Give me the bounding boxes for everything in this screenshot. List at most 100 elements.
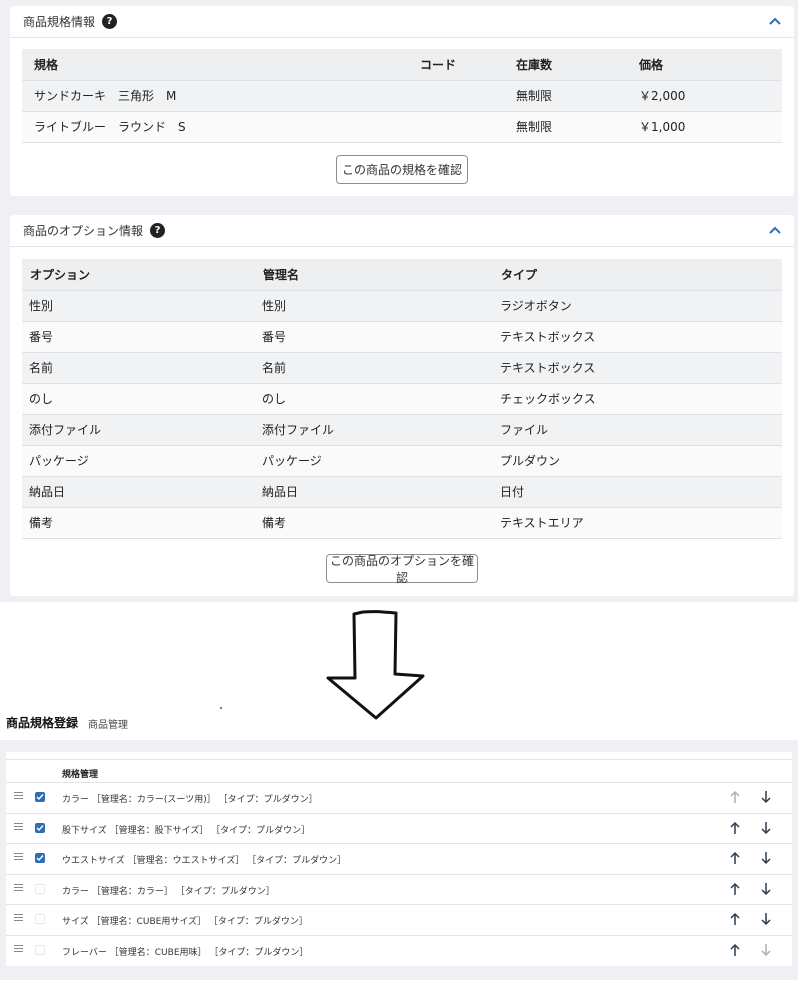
price-cell: ￥1,000 <box>627 111 782 143</box>
type-cell: チェックボックス <box>493 383 782 415</box>
drag-handle-icon[interactable] <box>14 883 23 892</box>
spec-col-stock: 在庫数 <box>504 49 627 81</box>
list-item[interactable]: 股下サイズ ［管理名：股下サイズ］ ［タイプ：プルダウン］ <box>6 812 792 843</box>
table-row: 添付ファイル 添付ファイル ファイル <box>22 414 782 446</box>
spec-col-spec: 規格 <box>22 49 408 81</box>
admin-name-cell: 備考 <box>255 507 493 539</box>
row-checkbox[interactable] <box>35 853 45 864</box>
row-checkbox[interactable] <box>35 822 45 833</box>
hand-drawn-down-arrow <box>326 610 425 720</box>
drag-handle-icon[interactable] <box>14 822 23 831</box>
arrow-up-icon[interactable] <box>729 821 741 835</box>
type-cell: テキストエリア <box>493 507 782 539</box>
list-item[interactable]: サイズ ［管理名：CUBE用サイズ］ ［タイプ：プルダウン］ <box>6 904 792 934</box>
stock-cell: 無制限 <box>504 111 627 143</box>
chevron-up-icon[interactable] <box>768 14 782 28</box>
spec-col-price: 価格 <box>627 49 782 81</box>
spec-management-list: 規格管理 カラー ［管理名：カラー(スーツ用)］ ［タイプ：プルダウン］ 股下サイ… <box>6 752 792 966</box>
spec-label: フレーバー ［管理名：CUBE用味］ ［タイプ：プルダウン］ <box>62 948 309 958</box>
drag-handle-icon[interactable] <box>14 945 23 953</box>
row-checkbox[interactable] <box>35 914 45 925</box>
arrow-down-icon[interactable] <box>760 821 772 835</box>
spec-cell: ライトブルー ラウンド S <box>22 111 408 143</box>
table-row: 性別 性別 ラジオボタン <box>22 290 782 322</box>
row-checkbox[interactable] <box>35 883 45 894</box>
arrow-down-icon[interactable] <box>760 790 772 804</box>
table-row: 納品日 納品日 日付 <box>22 476 782 508</box>
list-item[interactable]: ウエストサイズ ［管理名：ウエストサイズ］ ［タイプ：プルダウン］ <box>6 843 792 873</box>
option-cell: 備考 <box>22 507 255 539</box>
arrow-down-icon[interactable] <box>760 912 772 926</box>
type-cell: テキストボックス <box>493 352 782 384</box>
spec-label: 股下サイズ ［管理名：股下サイズ］ ［タイプ：プルダウン］ <box>62 825 311 836</box>
code-cell <box>408 80 504 112</box>
admin-name-cell: 納品日 <box>255 476 493 508</box>
confirm-option-button[interactable]: この商品のオプションを確認 <box>326 554 478 585</box>
stray-dot <box>220 707 222 709</box>
row-checkbox[interactable] <box>35 945 45 955</box>
arrow-down-icon[interactable] <box>760 851 772 865</box>
code-cell <box>408 111 504 143</box>
option-cell: のし <box>22 383 255 415</box>
option-cell: 添付ファイル <box>22 414 255 446</box>
arrow-down-icon[interactable] <box>760 882 772 896</box>
list-item[interactable]: カラー ［管理名：カラー］ ［タイプ：プルダウン］ <box>6 873 792 904</box>
question-circle-icon[interactable]: ? <box>102 14 118 29</box>
admin-name-cell: 名前 <box>255 352 493 384</box>
drag-handle-icon[interactable] <box>14 792 23 800</box>
type-cell: プルダウン <box>493 445 782 477</box>
price-cell: ￥2,000 <box>627 80 782 112</box>
type-cell: ファイル <box>493 414 782 446</box>
spec-col-code: コード <box>408 49 504 81</box>
admin-name-cell: 番号 <box>255 321 493 353</box>
table-row: 名前 名前 テキストボックス <box>22 352 782 384</box>
option-info-panel: 商品のオプション情報 ? オプション 管理名 タイプ 性別 性別 ラジオボタン 番号番… <box>10 215 794 596</box>
option-col-option: オプション <box>22 259 255 291</box>
spec-label: カラー ［管理名：カラー］ ［タイプ：プルダウン］ <box>62 886 275 897</box>
spec-table: 規格 コード 在庫数 価格 サンドカーキ 三角形 M 無制限 ￥2,000 ライ… <box>22 49 782 143</box>
type-cell: テキストボックス <box>493 321 782 353</box>
type-cell: ラジオボタン <box>493 290 782 322</box>
confirm-spec-button[interactable]: この商品の規格を確認 <box>336 155 468 184</box>
spec-table-header-row: 規格 コード 在庫数 価格 <box>22 49 782 81</box>
spec-management-header: 規格管理 <box>62 770 99 780</box>
table-row: 番号 番号 テキストボックス <box>22 321 782 353</box>
list-item[interactable]: フレーバー ［管理名：CUBE用味］ ［タイプ：プルダウン］ <box>6 935 792 965</box>
drag-handle-icon[interactable] <box>14 914 23 922</box>
spec-panel-header[interactable]: 商品規格情報 ? <box>10 6 794 38</box>
row-checkbox[interactable] <box>35 792 45 802</box>
option-cell: 納品日 <box>22 476 255 508</box>
option-table: オプション 管理名 タイプ 性別 性別 ラジオボタン 番号 番号 テキストボックス 名前 名前… <box>22 259 782 539</box>
arrow-up-icon[interactable] <box>729 943 741 957</box>
admin-name-cell: 添付ファイル <box>255 414 493 446</box>
option-panel-header[interactable]: 商品のオプション情報 ? <box>10 215 794 247</box>
option-col-admin-name: 管理名 <box>255 259 493 291</box>
spec-label: サイズ ［管理名：CUBE用サイズ］ ［タイプ：プルダウン］ <box>62 917 308 928</box>
spec-label: カラー ［管理名：カラー(スーツ用)］ ［タイプ：プルダウン］ <box>62 795 318 805</box>
admin-name-cell: のし <box>255 383 493 415</box>
option-cell: 番号 <box>22 321 255 353</box>
option-col-type: タイプ <box>493 259 782 291</box>
arrow-up-icon[interactable] <box>729 882 741 896</box>
arrow-up-icon[interactable] <box>729 851 741 865</box>
spec-panel-title: 商品規格情報 <box>23 15 96 29</box>
arrow-up-icon[interactable] <box>729 912 741 926</box>
drag-handle-icon[interactable] <box>14 853 23 861</box>
arrow-up-icon[interactable] <box>729 790 741 804</box>
table-row: サンドカーキ 三角形 M 無制限 ￥2,000 <box>22 80 782 112</box>
arrow-down-icon[interactable] <box>760 943 772 957</box>
question-circle-icon[interactable]: ? <box>150 223 166 238</box>
admin-name-cell: パッケージ <box>255 445 493 477</box>
registration-title: 商品規格登録 <box>6 716 79 730</box>
chevron-up-icon[interactable] <box>768 223 782 237</box>
spec-cell: サンドカーキ 三角形 M <box>22 80 408 112</box>
option-panel-title: 商品のオプション情報 <box>23 224 144 238</box>
option-cell: パッケージ <box>22 445 255 477</box>
table-row: パッケージ パッケージ プルダウン <box>22 445 782 477</box>
option-cell: 性別 <box>22 290 255 322</box>
spec-info-panel: 商品規格情報 ? 規格 コード 在庫数 価格 サンドカーキ 三角形 M 無制限 … <box>10 6 794 196</box>
list-top-strip <box>6 752 792 760</box>
list-item[interactable]: カラー ［管理名：カラー(スーツ用)］ ［タイプ：プルダウン］ <box>6 782 792 812</box>
type-cell: 日付 <box>493 476 782 508</box>
registration-subtitle: 商品管理 <box>88 720 128 731</box>
